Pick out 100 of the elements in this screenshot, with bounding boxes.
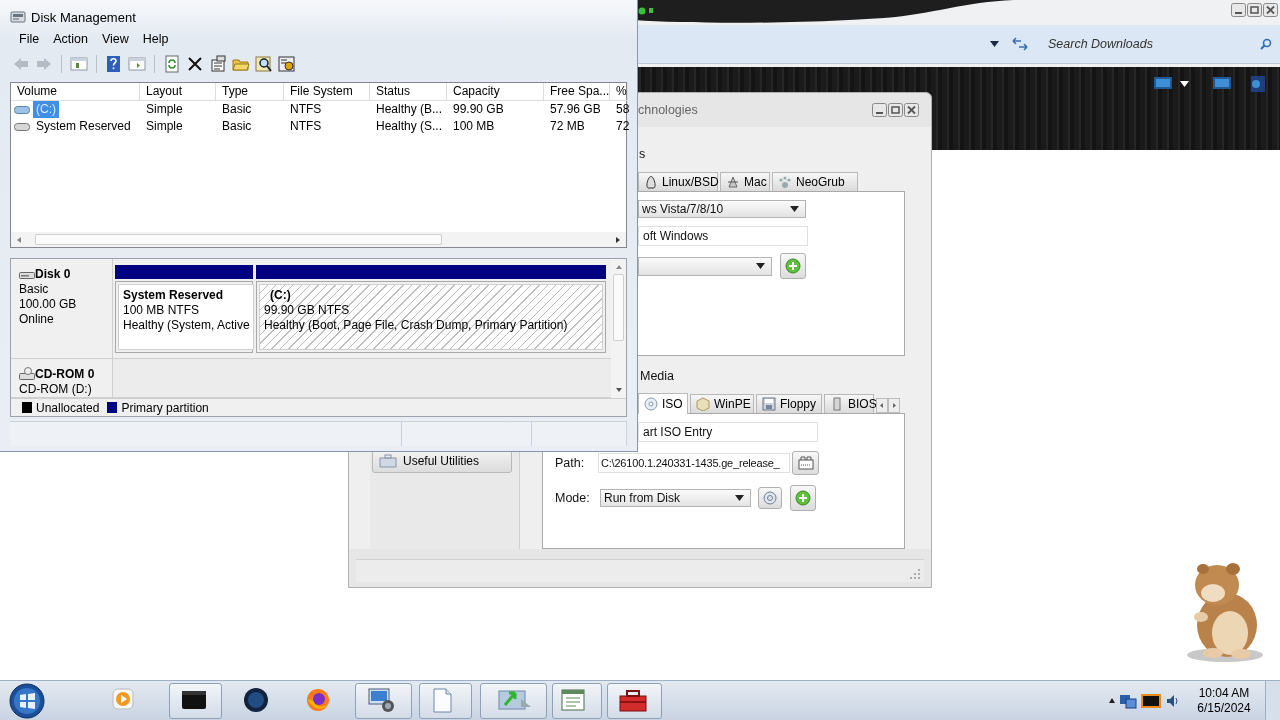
- menu-item[interactable]: Action: [46, 30, 95, 48]
- help-icon: [763, 491, 777, 505]
- dropdown-caret-icon: [735, 495, 744, 501]
- cd-drive-icon: [19, 367, 35, 382]
- tab-scroll-right-icon[interactable]: [888, 398, 900, 413]
- swap-arrows-icon[interactable]: [1012, 37, 1028, 51]
- column-header[interactable]: Layout: [140, 83, 216, 101]
- drive-icon: [14, 121, 30, 132]
- tray-caret-icon[interactable]: [1109, 696, 1115, 705]
- table-cell-text: Simple: [145, 118, 184, 135]
- partition-status: Healthy (Boot, Page File, Crash Dump, Primary Partition): [264, 318, 569, 333]
- console-tree-icon[interactable]: [70, 55, 88, 73]
- search-field[interactable]: Search Downloads: [1048, 37, 1260, 51]
- type-dropdown[interactable]: ws Vista/7/8/10: [638, 200, 806, 218]
- menu-item[interactable]: View: [94, 30, 136, 48]
- search-icon[interactable]: [255, 55, 273, 73]
- delete-icon[interactable]: [186, 55, 204, 73]
- group-label: Media: [639, 369, 676, 383]
- panel-icon[interactable]: [1251, 76, 1265, 92]
- table-cell-text: NTFS: [289, 101, 323, 118]
- tab[interactable]: ISO: [638, 393, 688, 414]
- group-label: s: [638, 146, 647, 162]
- disk-detail: Basic: [19, 282, 50, 297]
- mode-dropdown[interactable]: Run from Disk: [600, 489, 751, 507]
- taskbar-button[interactable]: [169, 682, 222, 719]
- tab[interactable]: NeoGrub: [772, 172, 858, 191]
- box-icon: [696, 397, 710, 411]
- table-cell[interactable]: System Reserved: [33, 118, 134, 135]
- drive-icon: [14, 104, 30, 115]
- disk-detail: CD-ROM (D:): [19, 381, 93, 397]
- resize-grip-icon[interactable]: [910, 569, 920, 579]
- start-button[interactable]: [7, 682, 47, 719]
- network-icon[interactable]: [1119, 692, 1137, 709]
- maximize-icon[interactable]: [1247, 3, 1262, 17]
- path-field[interactable]: C:\26100.1.240331-1435.ge_release_: [598, 453, 790, 473]
- tab[interactable]: BIOS: [824, 394, 874, 413]
- tab[interactable]: Mac: [720, 172, 770, 191]
- table-cell-text: Basic: [221, 118, 253, 135]
- floppy-icon: [762, 397, 776, 411]
- table-cell-text: 72 MB: [549, 118, 586, 135]
- dropdown-caret-icon[interactable]: [1180, 81, 1189, 87]
- table-cell-text: Basic: [221, 101, 253, 118]
- name-field[interactable]: art ISO Entry: [638, 422, 818, 442]
- dropdown-caret-icon[interactable]: [990, 41, 999, 47]
- table-cell-text: 100 MB: [452, 118, 496, 135]
- clock-time[interactable]: 10:04 AM: [1198, 685, 1250, 701]
- dropdown-caret-icon: [790, 206, 799, 212]
- maximize-icon[interactable]: [888, 103, 903, 117]
- name-field[interactable]: oft Windows: [638, 226, 808, 246]
- refresh-icon[interactable]: [163, 55, 181, 73]
- menu-item[interactable]: Help: [135, 30, 176, 48]
- monitor-icon[interactable]: [1141, 692, 1161, 709]
- scroll-right-icon[interactable]: [614, 235, 622, 244]
- window-icon[interactable]: [1213, 76, 1231, 90]
- action-pane-icon[interactable]: [128, 55, 146, 73]
- table-cell-text: 72: [615, 118, 630, 135]
- column-header[interactable]: Type: [216, 83, 284, 101]
- taskbar-button[interactable]: [355, 682, 412, 719]
- close-icon[interactable]: [904, 103, 919, 117]
- tab[interactable]: Linux/BSD: [638, 172, 718, 191]
- properties-icon[interactable]: [209, 55, 227, 73]
- scrollbar[interactable]: [11, 232, 626, 247]
- help-button[interactable]: [758, 487, 782, 509]
- add-button[interactable]: [790, 485, 816, 511]
- tab[interactable]: Floppy: [756, 394, 822, 413]
- column-header[interactable]: File System: [284, 83, 370, 101]
- mac-icon: [726, 175, 740, 189]
- table-cell-text: NTFS: [289, 118, 323, 135]
- column-header[interactable]: Capacity: [447, 83, 544, 101]
- window-icon[interactable]: [1154, 76, 1172, 90]
- window-title: Disk Management: [31, 9, 136, 25]
- clock-date[interactable]: 6/15/2024: [1197, 700, 1251, 716]
- chip-icon: [830, 397, 844, 411]
- table-cell-text: Simple: [145, 101, 184, 118]
- menu-item[interactable]: File: [12, 30, 47, 48]
- dropdown-caret-icon: [756, 263, 765, 269]
- tab-scroll-left-icon[interactable]: [876, 398, 888, 413]
- column-header[interactable]: %: [610, 83, 628, 101]
- browse-button[interactable]: [792, 451, 819, 475]
- add-button[interactable]: [780, 253, 806, 279]
- minimize-icon[interactable]: [1231, 3, 1246, 17]
- close-icon[interactable]: [1263, 3, 1278, 17]
- help-icon[interactable]: [105, 55, 123, 73]
- column-header[interactable]: Status: [370, 83, 447, 101]
- disc-icon: [644, 397, 658, 411]
- scroll-left-icon[interactable]: [15, 235, 23, 244]
- paw-icon: [778, 175, 792, 189]
- disk-row[interactable]: Disk 0 Basic 100.00 GB Online System Reserved 100 MB NTFS Healthy (System, Active (C:) 99.90 GB NTFS Healthy (Boot, Page File, Crash Dump, Primary Partition): [11, 259, 611, 359]
- disk-detail: 100.00 GB: [19, 297, 78, 312]
- column-header[interactable]: Free Spa...: [544, 83, 610, 101]
- partition-name: (C:): [269, 288, 292, 303]
- scroll-up-icon[interactable]: [614, 263, 623, 271]
- add-icon: [785, 258, 801, 274]
- minimize-icon[interactable]: [872, 103, 887, 117]
- table-cell-text: 58: [615, 101, 630, 118]
- penguin-icon: [644, 175, 658, 189]
- tab[interactable]: WinPE: [690, 394, 754, 413]
- settings-icon[interactable]: [278, 55, 296, 73]
- taskbar-button[interactable]: [607, 682, 662, 719]
- add-icon: [795, 490, 811, 506]
